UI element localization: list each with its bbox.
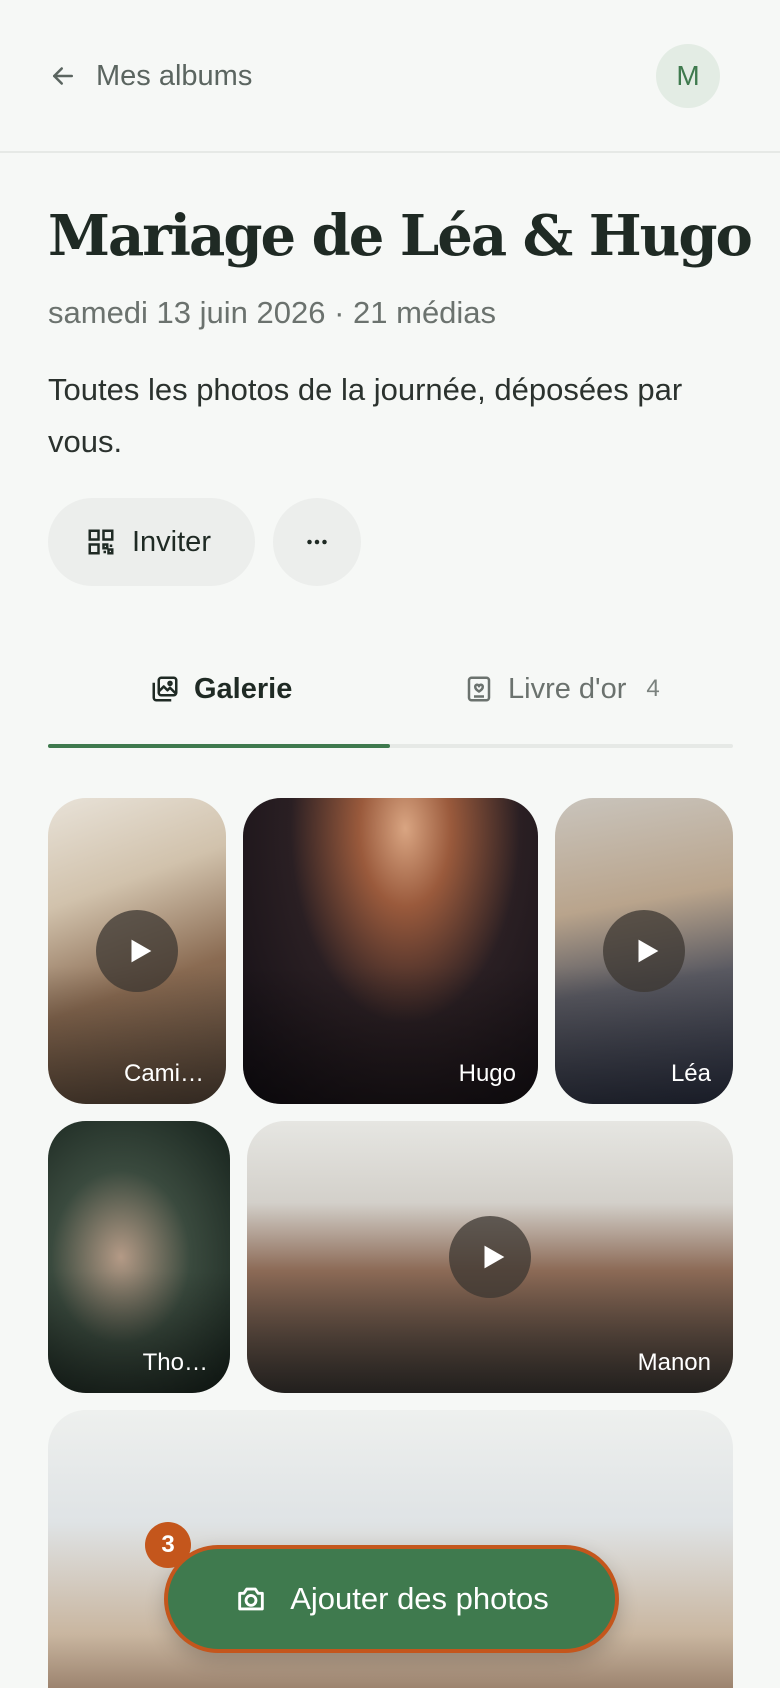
back-to-albums-link[interactable]: Mes albums bbox=[48, 52, 252, 100]
add-photos-label: Ajouter des photos bbox=[290, 1581, 549, 1616]
more-options-button[interactable] bbox=[273, 498, 361, 586]
qr-code-icon bbox=[88, 529, 114, 555]
gallery-item[interactable]: Manon bbox=[247, 1121, 733, 1393]
gallery-item[interactable]: Tho… bbox=[48, 1121, 230, 1393]
media-author: Léa bbox=[670, 1060, 711, 1087]
pending-upload-badge: 3 bbox=[145, 1522, 191, 1568]
tab-guestbook-label: Livre d'or bbox=[508, 672, 627, 705]
album-meta: samedi 13 juin 2026 · 21 médias bbox=[48, 295, 497, 330]
camera-icon bbox=[238, 1587, 264, 1611]
gallery-item[interactable]: Cami… bbox=[48, 798, 226, 1104]
media-author: Hugo bbox=[458, 1060, 516, 1087]
add-photos-button[interactable]: Ajouter des photos bbox=[164, 1545, 619, 1653]
gallery-item[interactable]: Hugo bbox=[243, 798, 538, 1104]
back-label: Mes albums bbox=[96, 59, 253, 92]
play-icon bbox=[603, 910, 685, 992]
invite-label: Inviter bbox=[132, 525, 211, 558]
avatar[interactable]: M bbox=[656, 44, 720, 108]
media-author: Tho… bbox=[142, 1349, 208, 1376]
media-author: Cami… bbox=[123, 1060, 204, 1087]
gallery-icon bbox=[152, 676, 178, 702]
guestbook-icon bbox=[467, 676, 491, 702]
play-icon bbox=[449, 1216, 531, 1298]
guestbook-count: 4 bbox=[646, 675, 660, 702]
gallery-item[interactable]: Léa bbox=[555, 798, 733, 1104]
album-title: Mariage de Léa & Hugo bbox=[48, 203, 753, 269]
tab-gallery[interactable]: Galerie bbox=[150, 664, 292, 714]
top-bar: Mes albums M bbox=[0, 0, 780, 153]
tab-gallery-label: Galerie bbox=[194, 672, 293, 705]
album-description: Toutes les photos de la journée, déposée… bbox=[48, 372, 683, 459]
arrow-left-icon bbox=[53, 67, 73, 85]
play-icon bbox=[96, 910, 178, 992]
more-horizontal-icon bbox=[307, 539, 327, 545]
avatar-initial: M bbox=[676, 60, 700, 91]
tab-guestbook[interactable]: Livre d'or 4 bbox=[464, 664, 660, 714]
media-author: Manon bbox=[637, 1349, 711, 1376]
invite-button[interactable]: Inviter bbox=[48, 498, 255, 586]
tab-active-indicator bbox=[48, 744, 390, 748]
